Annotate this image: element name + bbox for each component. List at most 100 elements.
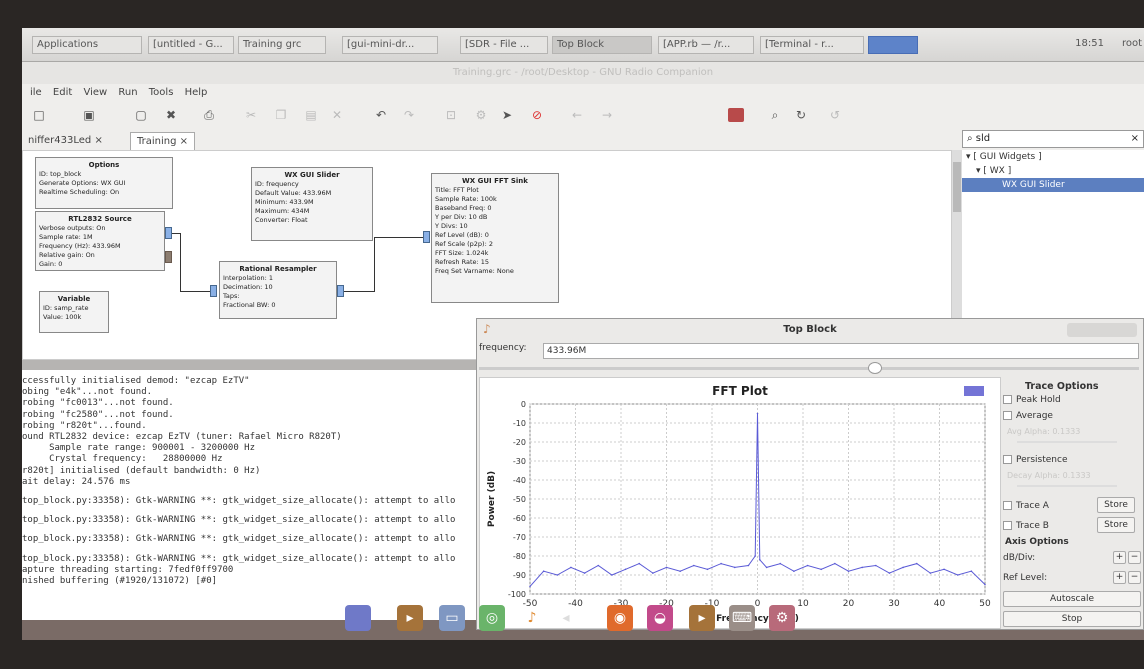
- console-output[interactable]: ccessfully initialised demod: "ezcap EzT…: [22, 370, 482, 620]
- clear-search-icon[interactable]: ×: [1131, 133, 1139, 144]
- speaker-icon[interactable]: ◂: [553, 605, 579, 631]
- tab-training[interactable]: Training ×: [130, 132, 196, 150]
- pointer-icon[interactable]: ➤: [500, 108, 514, 122]
- menu-help[interactable]: Help: [185, 87, 208, 98]
- ref-level-plus-button[interactable]: +: [1113, 571, 1126, 584]
- disable-block-icon[interactable]: [728, 108, 744, 122]
- folder-icon[interactable]: ▭: [439, 605, 465, 631]
- applications-menu[interactable]: Applications: [32, 36, 142, 54]
- trace-b-checkbox[interactable]: [1003, 521, 1012, 530]
- redo-icon[interactable]: ↷: [402, 108, 416, 122]
- rtl-out-port[interactable]: [165, 227, 172, 239]
- task-training-grc[interactable]: Training grc: [238, 36, 326, 54]
- block-variable[interactable]: Variable ID: samp_rate Value: 100k: [39, 291, 109, 333]
- menu-file[interactable]: ile: [30, 87, 42, 98]
- app-icon[interactable]: ◉: [607, 605, 633, 631]
- menu-run[interactable]: Run: [118, 87, 137, 98]
- keyboard-icon[interactable]: ⌨: [729, 605, 755, 631]
- task-top-block[interactable]: Top Block: [552, 36, 652, 54]
- generate-icon[interactable]: ⊡: [444, 108, 458, 122]
- browser-icon[interactable]: ◎: [479, 605, 505, 631]
- settings-icon[interactable]: ⚙: [769, 605, 795, 631]
- block-options[interactable]: Options ID: top_block Generate Options: …: [35, 157, 173, 209]
- gnuradio-icon[interactable]: ♪: [519, 605, 545, 631]
- cut-icon[interactable]: ✂: [244, 108, 258, 122]
- db-div-minus-button[interactable]: −: [1128, 551, 1141, 564]
- tree-item-wx[interactable]: ▾ [ WX ]: [962, 164, 1144, 178]
- task-gui-mini[interactable]: [gui-mini-dr...: [342, 36, 438, 54]
- tree-item-gui-widgets[interactable]: ▾ [ GUI Widgets ]: [962, 150, 1144, 164]
- arrow-right-icon[interactable]: →: [600, 108, 614, 122]
- block-wx-gui-slider[interactable]: WX GUI Slider ID: frequency Default Valu…: [251, 167, 373, 241]
- workspace-icon[interactable]: [345, 605, 371, 631]
- save-icon[interactable]: ▢: [134, 108, 148, 122]
- rtl-out-port-2[interactable]: [165, 251, 172, 263]
- print-icon[interactable]: ⎙: [202, 108, 216, 122]
- peak-hold-option[interactable]: Peak Hold: [1003, 395, 1061, 405]
- paste-icon[interactable]: ▤: [304, 108, 318, 122]
- frequency-input[interactable]: 433.96M: [543, 343, 1139, 359]
- execute-icon[interactable]: ⚙: [474, 108, 488, 122]
- find-icon[interactable]: ⌕: [768, 108, 782, 122]
- menu-tools[interactable]: Tools: [149, 87, 174, 98]
- stop-button[interactable]: Stop: [1003, 611, 1141, 627]
- undo-icon[interactable]: ↶: [374, 108, 388, 122]
- connection-wire[interactable]: [344, 291, 374, 292]
- autoscale-button[interactable]: Autoscale: [1003, 591, 1141, 607]
- fft-in-port[interactable]: [423, 231, 430, 243]
- block-search-input[interactable]: ⌕ sld ×: [962, 130, 1144, 148]
- terminal-icon[interactable]: ▸: [397, 605, 423, 631]
- decay-alpha-slider[interactable]: [1017, 485, 1117, 487]
- connection-wire[interactable]: [374, 237, 423, 238]
- arrow-left-icon[interactable]: ←: [570, 108, 584, 122]
- tab-close-icon[interactable]: ×: [94, 135, 102, 146]
- connection-wire[interactable]: [180, 291, 210, 292]
- frequency-slider-knob[interactable]: [868, 362, 882, 374]
- rotate-icon[interactable]: ↺: [828, 108, 842, 122]
- menu-view[interactable]: View: [83, 87, 107, 98]
- connection-wire[interactable]: [172, 233, 180, 234]
- average-checkbox[interactable]: [1003, 411, 1012, 420]
- delete-icon[interactable]: ✕: [330, 108, 344, 122]
- reload-icon[interactable]: ↻: [794, 108, 808, 122]
- trace-b-option[interactable]: Trace B: [1003, 521, 1049, 531]
- resampler-out-port[interactable]: [337, 285, 344, 297]
- copy-icon[interactable]: ❐: [274, 108, 288, 122]
- task-terminal[interactable]: [Terminal - r...: [760, 36, 864, 54]
- scrollbar-thumb[interactable]: [953, 162, 961, 212]
- persistence-checkbox[interactable]: [1003, 455, 1012, 464]
- user-name[interactable]: root: [1122, 38, 1142, 49]
- tab-close-icon[interactable]: ×: [180, 136, 188, 147]
- store-a-button[interactable]: Store: [1097, 497, 1135, 513]
- new-icon[interactable]: □: [32, 108, 46, 122]
- lock-icon[interactable]: ◒: [647, 605, 673, 631]
- task-untitled[interactable]: [untitled - G...: [148, 36, 234, 54]
- connection-wire[interactable]: [374, 237, 375, 292]
- trace-a-checkbox[interactable]: [1003, 501, 1012, 510]
- store-b-button[interactable]: Store: [1097, 517, 1135, 533]
- frequency-slider[interactable]: [479, 367, 1139, 370]
- persistence-option[interactable]: Persistence: [1003, 455, 1067, 465]
- db-div-plus-button[interactable]: +: [1113, 551, 1126, 564]
- average-option[interactable]: Average: [1003, 411, 1053, 421]
- resampler-in-port[interactable]: [210, 285, 217, 297]
- terminal-icon-2[interactable]: ▸: [689, 605, 715, 631]
- task-app-rb[interactable]: [APP.rb — /r...: [658, 36, 754, 54]
- tab-sniffer[interactable]: niffer433Led ×: [22, 132, 109, 150]
- block-rational-resampler[interactable]: Rational Resampler Interpolation: 1 Deci…: [219, 261, 337, 319]
- connection-wire[interactable]: [180, 233, 181, 291]
- workspace-indicator[interactable]: [868, 36, 918, 54]
- kill-icon[interactable]: ⊘: [530, 108, 544, 122]
- trace-a-option[interactable]: Trace A: [1003, 501, 1049, 511]
- close-icon[interactable]: ✖: [164, 108, 178, 122]
- avg-alpha-slider[interactable]: [1017, 441, 1117, 443]
- ref-level-minus-button[interactable]: −: [1128, 571, 1141, 584]
- menu-edit[interactable]: Edit: [53, 87, 72, 98]
- block-rtl2832-source[interactable]: RTL2832 Source Verbose outputs: On Sampl…: [35, 211, 165, 271]
- block-wx-gui-fft-sink[interactable]: WX GUI FFT Sink Title: FFT Plot Sample R…: [431, 173, 559, 303]
- peak-hold-checkbox[interactable]: [1003, 395, 1012, 404]
- tree-item-wx-gui-slider[interactable]: WX GUI Slider: [962, 178, 1144, 192]
- task-sdr-file[interactable]: [SDR - File ...: [460, 36, 548, 54]
- window-controls[interactable]: [1067, 323, 1137, 337]
- open-icon[interactable]: ▣: [82, 108, 96, 122]
